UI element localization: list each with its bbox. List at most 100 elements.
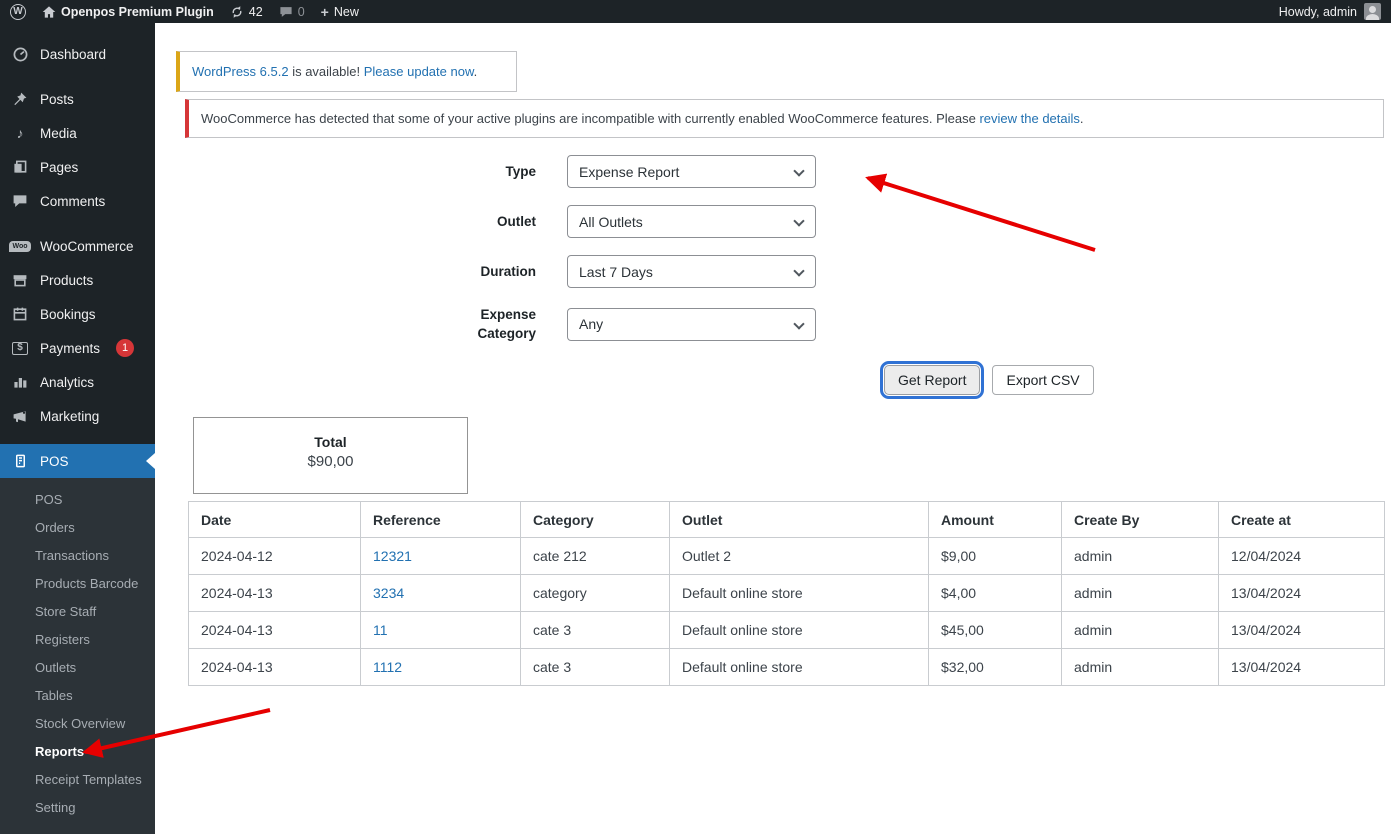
updates-link[interactable]: 42 bbox=[230, 5, 263, 19]
sidebar-item-label: Comments bbox=[40, 193, 106, 209]
sidebar-item-dashboard[interactable]: Dashboard bbox=[0, 37, 155, 71]
column-header-date: Date bbox=[188, 501, 361, 538]
duration-select[interactable]: Last 7 Days bbox=[567, 255, 816, 288]
reference-link[interactable]: 12321 bbox=[373, 548, 412, 564]
column-header-outlet: Outlet bbox=[669, 501, 929, 538]
submenu-item-reports[interactable]: Reports bbox=[0, 738, 155, 766]
sidebar-item-analytics[interactable]: Analytics bbox=[0, 365, 155, 399]
review-details-link[interactable]: review the details bbox=[979, 111, 1079, 126]
expense-category-label: Expense Category bbox=[477, 307, 536, 341]
cell-reference: 12321 bbox=[360, 537, 521, 575]
type-select[interactable]: Expense Report bbox=[567, 155, 816, 188]
table-header-row: Date Reference Category Outlet Amount Cr… bbox=[188, 501, 1385, 538]
submenu-item-stock-overview[interactable]: Stock Overview bbox=[0, 710, 155, 738]
sidebar-item-posts[interactable]: Posts bbox=[0, 82, 155, 116]
update-now-link[interactable]: Please update now bbox=[364, 64, 474, 79]
updates-count: 42 bbox=[248, 4, 263, 19]
sidebar-item-marketing[interactable]: Marketing bbox=[0, 399, 155, 433]
sidebar-item-bookings[interactable]: Bookings bbox=[0, 297, 155, 331]
user-avatar[interactable] bbox=[1364, 3, 1381, 20]
type-select-value: Expense Report bbox=[579, 163, 680, 180]
outlet-select-value: All Outlets bbox=[579, 213, 643, 230]
payments-dollar-icon: $ bbox=[10, 341, 30, 355]
sidebar-item-comments[interactable]: Comments bbox=[0, 184, 155, 218]
active-menu-arrow bbox=[146, 453, 155, 469]
cell-create-at: 13/04/2024 bbox=[1218, 611, 1385, 649]
export-csv-button[interactable]: Export CSV bbox=[992, 365, 1094, 395]
update-notice-period: . bbox=[473, 64, 478, 79]
chevron-down-icon bbox=[793, 265, 805, 277]
cell-create-at: 13/04/2024 bbox=[1218, 648, 1385, 686]
sidebar-item-label: Analytics bbox=[40, 374, 95, 390]
table-row: 2024-04-13 11 cate 3 Default online stor… bbox=[188, 611, 1385, 649]
cell-create-by: admin bbox=[1061, 648, 1219, 686]
wordpress-update-notice: WordPress 6.5.2 is available! Please upd… bbox=[176, 51, 517, 92]
cell-create-at: 12/04/2024 bbox=[1218, 537, 1385, 575]
wordpress-version-link[interactable]: WordPress 6.5.2 bbox=[192, 64, 289, 79]
cell-category: category bbox=[520, 574, 670, 612]
site-name-link[interactable]: Openpos Premium Plugin bbox=[42, 5, 214, 19]
sidebar-item-payments[interactable]: $ Payments 1 bbox=[0, 331, 155, 365]
column-header-amount: Amount bbox=[928, 501, 1062, 538]
reference-link[interactable]: 11 bbox=[373, 622, 388, 638]
sidebar-item-label: Payments bbox=[40, 340, 101, 356]
pushpin-icon bbox=[10, 91, 30, 107]
submenu-item-transactions[interactable]: Transactions bbox=[0, 542, 155, 570]
reference-link[interactable]: 3234 bbox=[373, 585, 404, 601]
type-label: Type bbox=[505, 164, 536, 179]
sidebar-item-pages[interactable]: Pages bbox=[0, 150, 155, 184]
pages-icon bbox=[10, 159, 30, 175]
main-content: WordPress 6.5.2 is available! Please upd… bbox=[155, 23, 1391, 827]
comments-bubble-icon bbox=[10, 193, 30, 209]
comments-link[interactable]: 0 bbox=[279, 5, 305, 19]
column-header-create-at: Create at bbox=[1218, 501, 1385, 538]
sidebar-item-pos[interactable]: POS bbox=[0, 444, 155, 478]
new-content-button[interactable]: + New bbox=[321, 5, 359, 19]
cell-reference: 3234 bbox=[360, 574, 521, 612]
cell-outlet: Default online store bbox=[669, 574, 929, 612]
megaphone-icon bbox=[10, 408, 30, 424]
submenu-item-receipt-templates[interactable]: Receipt Templates bbox=[0, 766, 155, 794]
cell-create-at: 13/04/2024 bbox=[1218, 574, 1385, 612]
cell-reference: 11 bbox=[360, 611, 521, 649]
outlet-label: Outlet bbox=[497, 214, 536, 229]
submenu-item-outlets[interactable]: Outlets bbox=[0, 654, 155, 682]
sidebar-item-products[interactable]: Products bbox=[0, 263, 155, 297]
sidebar-item-media[interactable]: ♪ Media bbox=[0, 116, 155, 150]
submenu-item-tables[interactable]: Tables bbox=[0, 682, 155, 710]
update-notice-text: is available! bbox=[288, 64, 364, 79]
expense-category-select[interactable]: Any bbox=[567, 307, 816, 341]
comments-count: 0 bbox=[297, 4, 305, 19]
sidebar-item-label: Products bbox=[40, 272, 94, 288]
submenu-item-store-staff[interactable]: Store Staff bbox=[0, 598, 155, 626]
chevron-down-icon bbox=[793, 317, 805, 330]
sidebar-item-label: Posts bbox=[40, 91, 74, 107]
pos-terminal-icon bbox=[10, 453, 30, 469]
woocommerce-notice-period: . bbox=[1079, 111, 1084, 126]
submenu-item-orders[interactable]: Orders bbox=[0, 514, 155, 542]
table-row: 2024-04-12 12321 cate 212 Outlet 2 $9,00… bbox=[188, 537, 1385, 575]
main-menu: Dashboard Posts ♪ Media Pages Comments W… bbox=[0, 23, 155, 834]
cell-category: cate 3 bbox=[520, 611, 670, 649]
reference-link[interactable]: 1112 bbox=[373, 659, 402, 675]
wordpress-menu-button[interactable]: W bbox=[10, 3, 26, 20]
get-report-button[interactable]: Get Report bbox=[879, 361, 985, 399]
site-name-label: Openpos Premium Plugin bbox=[61, 4, 214, 19]
sidebar-item-woocommerce[interactable]: Woo WooCommerce bbox=[0, 229, 155, 263]
cell-category: cate 212 bbox=[520, 537, 670, 575]
expense-report-table: Date Reference Category Outlet Amount Cr… bbox=[188, 501, 1385, 686]
submenu-item-products-barcode[interactable]: Products Barcode bbox=[0, 570, 155, 598]
duration-select-value: Last 7 Days bbox=[579, 263, 653, 280]
total-value: $90,00 bbox=[307, 453, 354, 470]
sidebar-item-label: WooCommerce bbox=[40, 238, 134, 254]
chevron-down-icon bbox=[793, 165, 805, 177]
sidebar-item-label: Media bbox=[40, 125, 77, 141]
total-summary-box: Total $90,00 bbox=[193, 417, 468, 494]
media-note-icon: ♪ bbox=[16, 125, 24, 141]
howdy-account-link[interactable]: Howdy, admin bbox=[1279, 5, 1357, 19]
submenu-item-pos[interactable]: POS bbox=[0, 486, 155, 514]
outlet-select[interactable]: All Outlets bbox=[567, 205, 816, 238]
submenu-item-registers[interactable]: Registers bbox=[0, 626, 155, 654]
comment-bubble-icon bbox=[279, 5, 293, 19]
submenu-item-setting[interactable]: Setting bbox=[0, 794, 155, 822]
